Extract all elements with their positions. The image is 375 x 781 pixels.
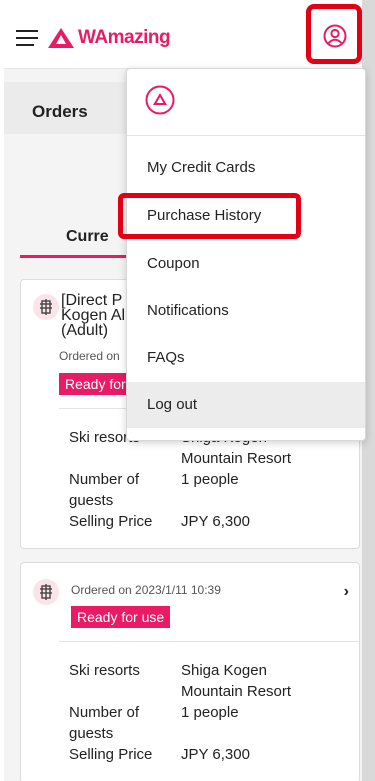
menu-item-log-out[interactable]: Log out xyxy=(127,382,365,428)
purchase-history-highlight xyxy=(118,193,301,239)
detail-label: guests xyxy=(69,725,114,742)
brand-name: WAmazing xyxy=(78,27,171,48)
menu-item-credit-cards[interactable]: My Credit Cards xyxy=(127,145,365,191)
menu-item-label: My Credit Cards xyxy=(147,159,256,176)
status-badge: Ready for xyxy=(59,373,132,395)
ski-ticket-icon xyxy=(33,294,59,320)
menu-item-notifications[interactable]: Notifications xyxy=(127,288,365,334)
top-bar: WAmazing xyxy=(4,0,362,69)
user-menu-button[interactable] xyxy=(306,4,362,64)
brand-circle-icon xyxy=(145,85,175,115)
detail-label: Selling Price xyxy=(69,746,153,763)
detail-label: Number of xyxy=(69,471,140,488)
ordered-on-date: Ordered on 2023/1/11 10:39 xyxy=(71,583,221,597)
detail-value: 1 people xyxy=(181,471,239,488)
detail-label: guests xyxy=(69,492,114,509)
detail-value: Mountain Resort xyxy=(181,450,292,467)
detail-value: Mountain Resort xyxy=(181,683,292,700)
detail-label: Selling Price xyxy=(69,513,153,530)
menu-item-coupon[interactable]: Coupon xyxy=(127,241,365,287)
menu-divider xyxy=(127,135,365,136)
menu-item-faqs[interactable]: FAQs xyxy=(127,335,365,381)
menu-item-label: FAQs xyxy=(147,349,185,366)
brand-logo[interactable]: WAmazing xyxy=(48,26,171,50)
chevron-right-icon[interactable]: › xyxy=(344,583,349,601)
user-icon xyxy=(323,24,347,48)
hamburger-icon[interactable] xyxy=(16,30,38,46)
detail-value: JPY 6,300 xyxy=(181,513,250,530)
card-divider xyxy=(59,641,359,642)
tab-current[interactable]: Curre xyxy=(66,228,109,246)
user-dropdown-menu: My Credit Cards Purchase History Coupon … xyxy=(126,68,366,441)
menu-item-label: Coupon xyxy=(147,255,200,272)
detail-value: JPY 6,300 xyxy=(181,746,250,763)
order-card[interactable]: Ordered on 2023/1/11 10:39 › Ready for u… xyxy=(20,562,360,781)
brand-mark-icon xyxy=(48,28,74,48)
detail-label: Number of xyxy=(69,704,140,721)
detail-value: Shiga Kogen xyxy=(181,662,267,679)
detail-value: 1 people xyxy=(181,704,239,721)
page-title: Orders xyxy=(32,102,88,121)
detail-label: Ski resorts xyxy=(69,662,140,679)
ski-ticket-icon xyxy=(33,579,59,605)
status-badge: Ready for use xyxy=(71,606,171,628)
menu-item-label: Log out xyxy=(147,396,198,413)
menu-item-label: Notifications xyxy=(147,302,229,319)
ordered-on-date: Ordered on xyxy=(59,349,120,363)
